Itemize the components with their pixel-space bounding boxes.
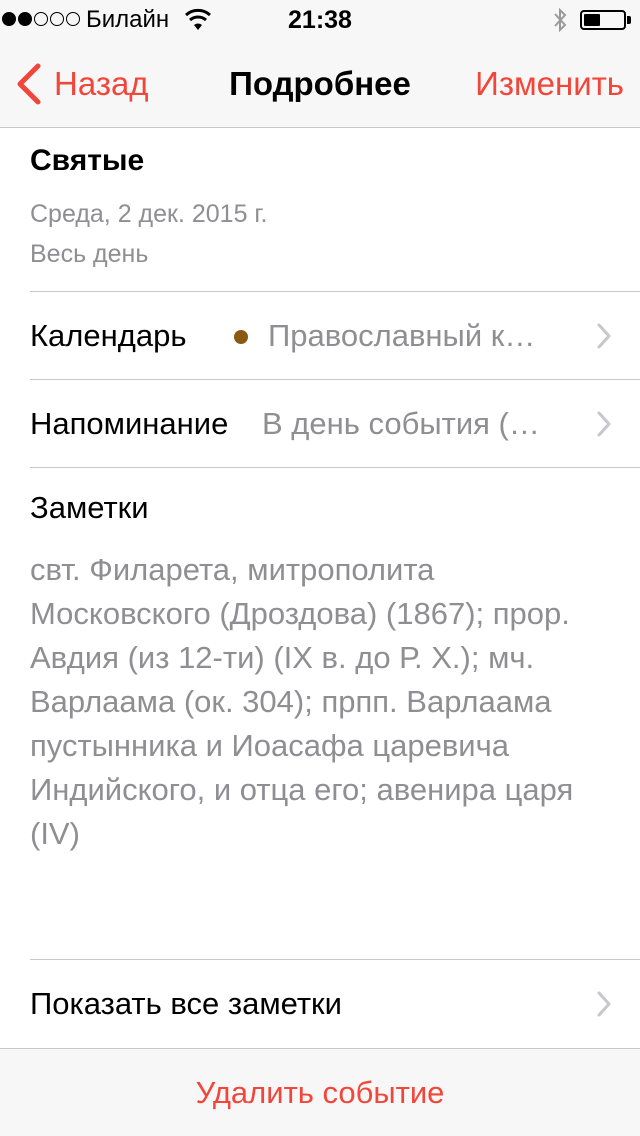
delete-event-button[interactable]: Удалить событие bbox=[0, 1049, 640, 1136]
event-date: Среда, 2 дек. 2015 г. bbox=[30, 200, 268, 228]
notes-text: свт. Филарета, митрополита Московского (… bbox=[30, 552, 574, 851]
status-time: 21:38 bbox=[288, 6, 352, 34]
show-all-notes-row[interactable]: Показать все заметки bbox=[0, 960, 640, 1048]
calendar-row-label: Календарь bbox=[30, 318, 187, 353]
event-all-day: Весь день bbox=[30, 240, 149, 268]
reminder-row-label: Напоминание bbox=[30, 406, 229, 441]
edit-button[interactable]: Изменить bbox=[475, 40, 624, 128]
chevron-right-icon bbox=[597, 991, 611, 1017]
calendar-row-value: Православный к… bbox=[268, 318, 536, 353]
chevron-right-icon bbox=[597, 411, 611, 437]
event-title: Святые bbox=[30, 144, 145, 177]
notes-title: Заметки bbox=[30, 490, 149, 525]
bottom-toolbar: Удалить событие bbox=[0, 1048, 640, 1136]
navigation-bar: Назад Подробнее Изменить bbox=[0, 40, 640, 128]
bluetooth-icon bbox=[554, 7, 567, 33]
show-all-notes-label: Показать все заметки bbox=[30, 986, 342, 1021]
event-details-screen: Билайн 21:38 Назад Подробнее Изменить Св… bbox=[0, 0, 640, 1136]
status-bar: Билайн 21:38 bbox=[0, 0, 640, 40]
battery-icon bbox=[580, 10, 631, 30]
chevron-right-icon bbox=[597, 323, 611, 349]
separator bbox=[30, 467, 640, 468]
reminder-row-value: В день события (… bbox=[262, 406, 540, 441]
calendar-color-dot bbox=[234, 330, 248, 344]
calendar-row[interactable]: Календарь Православный к… bbox=[0, 292, 640, 380]
reminder-row[interactable]: Напоминание В день события (… bbox=[0, 380, 640, 468]
